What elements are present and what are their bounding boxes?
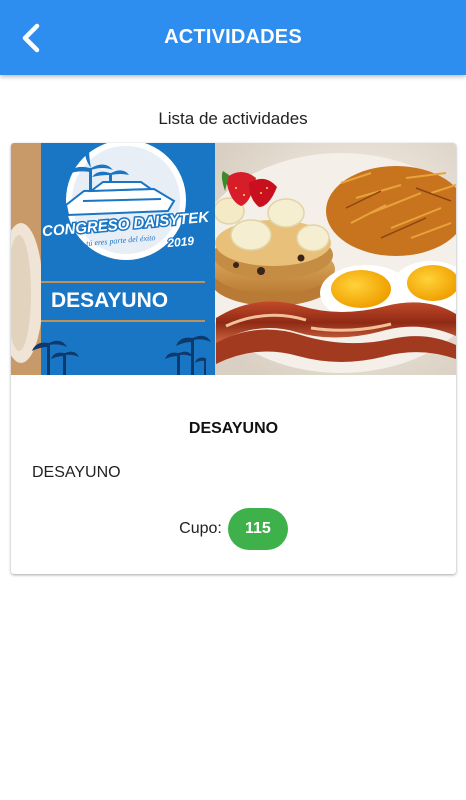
cupo-row: Cupo: 115	[11, 508, 456, 550]
app-bar: ACTIVIDADES	[0, 0, 466, 75]
svg-text:2019: 2019	[166, 234, 195, 250]
activity-description: DESAYUNO	[32, 464, 121, 481]
activity-title: DESAYUNO	[188, 420, 279, 437]
cupo-count-badge: 115	[227, 508, 288, 550]
svg-text:DESAYUNO: DESAYUNO	[51, 289, 168, 312]
page-title: ACTIVIDADES	[164, 26, 302, 48]
cupo-label: Cupo:	[179, 520, 222, 537]
section-title: Lista de actividades	[158, 109, 308, 128]
activity-image: CONGRESO DAISYTEK tú eres parte del éxit…	[11, 143, 456, 375]
activity-card[interactable]: CONGRESO DAISYTEK tú eres parte del éxit…	[11, 143, 456, 574]
